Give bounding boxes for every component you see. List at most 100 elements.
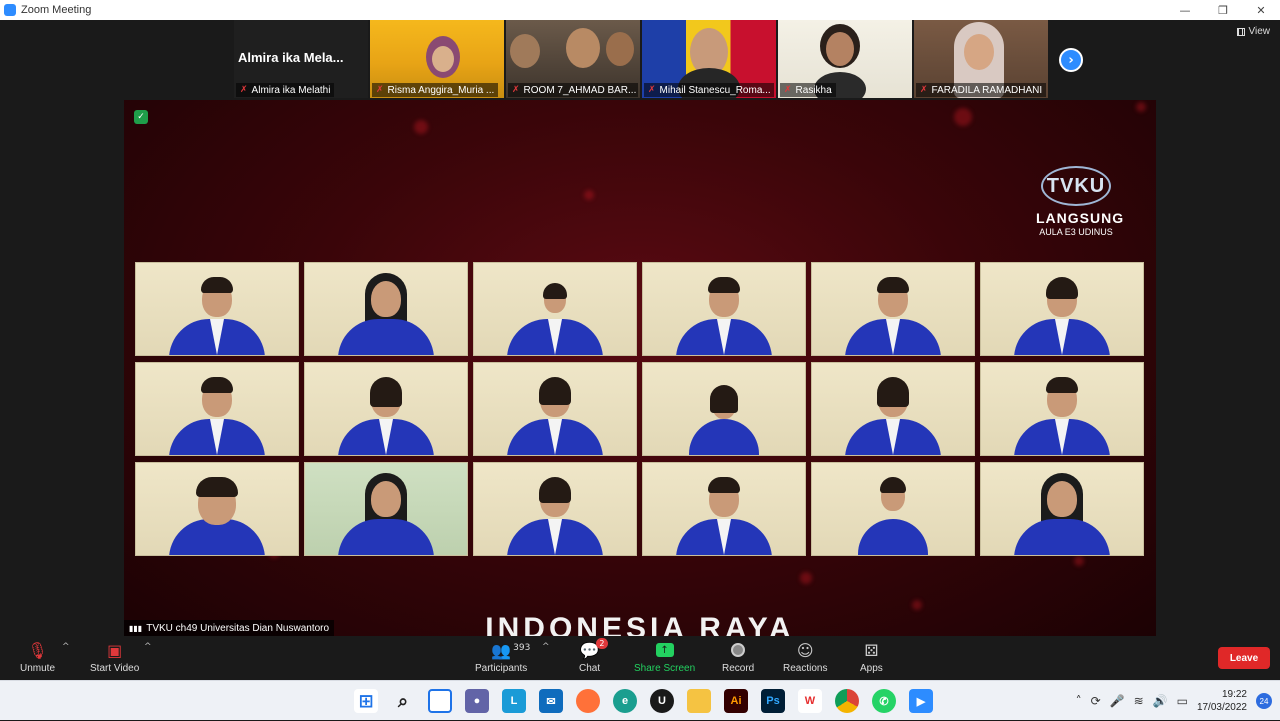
choir-member-tile — [473, 362, 637, 456]
participant-thumbnail[interactable]: ✗ Rasikha — [778, 20, 912, 98]
participant-video — [510, 34, 540, 68]
zoom-icon[interactable]: ▶ — [909, 689, 933, 713]
video-off-icon: ▣ — [107, 640, 123, 660]
search-icon[interactable]: ⌕ — [391, 689, 415, 713]
shared-screen: ✓ TVKU LANGSUNG AULA E3 UDINUS INDONESIA… — [124, 100, 1156, 636]
chat-icon: 💬 2 — [580, 638, 608, 660]
choir-member-tile — [980, 362, 1144, 456]
minimize-button[interactable]: — — [1166, 0, 1204, 20]
choir-member-tile — [304, 462, 468, 556]
chat-button[interactable]: 💬 2 Chat — [579, 638, 608, 674]
notification-count-badge[interactable]: 24 — [1256, 693, 1272, 709]
record-icon — [731, 643, 746, 657]
choir-member-tile — [473, 262, 637, 356]
mic-muted-icon: ✗ — [512, 85, 520, 95]
choir-member-tile — [642, 262, 806, 356]
participant-name: ROOM 7_AHMAD BAR... — [523, 84, 637, 96]
firefox-icon[interactable] — [576, 689, 600, 713]
record-button[interactable]: Record — [722, 640, 754, 674]
participant-thumbnail[interactable]: ✗ Risma Anggira_Muria ... — [370, 20, 504, 98]
window-controls: — ❐ ✕ — [1166, 0, 1280, 20]
file-explorer-icon[interactable] — [687, 689, 711, 713]
maximize-button[interactable]: ❐ — [1204, 0, 1242, 20]
teams-chat-icon[interactable]: ● — [465, 689, 489, 713]
start-video-button[interactable]: ▣ Start Video — [90, 640, 139, 675]
shield-icon[interactable]: ✓ — [134, 110, 148, 124]
chat-unread-badge: 2 — [596, 638, 608, 649]
active-speaker-name: Almira ika Mela... — [238, 50, 344, 65]
choir-member-tile — [304, 362, 468, 456]
participant-thumbnail[interactable]: Almira ika Mela... ✗ Almira ika Melathi — [234, 20, 368, 98]
source-label: TVKU ch49 Universitas Dian Nuswantoro — [146, 622, 330, 634]
background-bokeh — [1136, 102, 1146, 112]
participant-name-tag: ✗ Risma Anggira_Muria ... — [372, 83, 499, 97]
audio-options-chevron-icon[interactable]: ^ — [62, 642, 70, 652]
meeting-area: Almira ika Mela... ✗ Almira ika Melathi ✗… — [0, 20, 1280, 636]
participant-name: Mihail Stanescu_Roma... — [659, 84, 771, 96]
video-options-chevron-icon[interactable]: ^ — [144, 642, 152, 652]
participants-button[interactable]: 👥 393 Participants — [475, 640, 531, 675]
system-tray: ˄ ⟳ 🎤 ≋ 🔊 ▭ 19:22 17/03/2022 24 — [1076, 681, 1272, 721]
task-view-icon[interactable] — [428, 689, 452, 713]
windows-start-icon[interactable]: ⊞ — [354, 689, 378, 713]
view-label: View — [1248, 26, 1271, 37]
choir-member-tile — [135, 462, 299, 556]
participant-video — [964, 34, 994, 70]
participant-thumbnail[interactable]: ✗ FARADILA RAMADHANI — [914, 20, 1048, 98]
choir-video-grid — [135, 262, 1144, 556]
reactions-button[interactable]: ☺ Reactions — [783, 640, 828, 675]
mail-icon[interactable]: ✉ — [539, 689, 563, 713]
wps-icon[interactable]: W — [798, 689, 822, 713]
show-hidden-icons-chevron-icon[interactable]: ˄ — [1076, 694, 1082, 708]
background-bokeh — [414, 120, 428, 134]
view-button[interactable]: View — [1236, 26, 1271, 37]
background-bokeh — [912, 600, 922, 610]
volume-icon[interactable]: 🔊 — [1153, 694, 1168, 708]
participant-thumbnail[interactable]: ✗ Mihail Stanescu_Roma... — [642, 20, 776, 98]
participants-options-chevron-icon[interactable]: ^ — [542, 642, 550, 652]
illustrator-icon[interactable]: Ai — [724, 689, 748, 713]
participant-name: FARADILA RAMADHANI — [931, 84, 1043, 96]
upwork-icon[interactable]: U — [650, 689, 674, 713]
participant-name-tag: ✗ Mihail Stanescu_Roma... — [644, 83, 774, 97]
wifi-icon[interactable]: ≋ — [1134, 694, 1144, 708]
sync-icon[interactable]: ⟳ — [1091, 694, 1101, 708]
participant-video — [826, 32, 854, 66]
whatsapp-icon[interactable]: ✆ — [872, 689, 896, 713]
leave-button[interactable]: Leave — [1218, 647, 1270, 669]
participant-name: Risma Anggira_Muria ... — [387, 84, 495, 96]
apps-icon: ⚄ — [864, 640, 879, 660]
lens-icon[interactable]: L — [502, 689, 526, 713]
mic-muted-icon: ✗ — [784, 85, 792, 95]
apps-button[interactable]: ⚄ Apps — [860, 640, 883, 675]
participant-video — [432, 46, 454, 72]
battery-icon[interactable]: ▭ — [1177, 694, 1188, 708]
background-bokeh — [954, 108, 972, 126]
choir-member-tile — [135, 262, 299, 356]
share-screen-icon: ↑ — [655, 643, 674, 657]
close-button[interactable]: ✕ — [1242, 0, 1280, 20]
tvku-logo: TVKU LANGSUNG AULA E3 UDINUS — [1036, 166, 1123, 237]
mic-muted-icon: ✗ — [920, 85, 928, 95]
taskbar-clock[interactable]: 19:22 17/03/2022 — [1197, 688, 1247, 714]
edge-icon[interactable]: e — [613, 689, 637, 713]
participant-name: Almira ika Melathi — [251, 84, 331, 96]
share-screen-button[interactable]: ↑ Share Screen — [634, 640, 695, 674]
reactions-label: Reactions — [783, 663, 828, 674]
participants-label: Participants — [475, 663, 528, 674]
unmute-button[interactable]: 🎙 Unmute — [20, 640, 55, 675]
gallery-view-icon — [1236, 27, 1245, 36]
participants-icon: 👥 393 — [491, 640, 531, 660]
background-bokeh — [1074, 556, 1084, 566]
participant-video — [606, 32, 634, 66]
chrome-icon[interactable] — [835, 689, 859, 713]
meeting-toolbar: 🎙 Unmute ^ ▣ Start Video ^ 👥 393 Particip… — [0, 636, 1280, 680]
photoshop-icon[interactable]: Ps — [761, 689, 785, 713]
mic-muted-icon: ✗ — [648, 85, 656, 95]
participant-thumbnail[interactable]: ✗ ROOM 7_AHMAD BAR... — [506, 20, 640, 98]
mic-muted-icon: 🎙 — [27, 640, 48, 660]
chat-label: Chat — [579, 663, 601, 674]
next-page-button[interactable]: › — [1059, 48, 1083, 72]
microphone-icon[interactable]: 🎤 — [1110, 694, 1125, 708]
background-bokeh — [800, 572, 812, 584]
